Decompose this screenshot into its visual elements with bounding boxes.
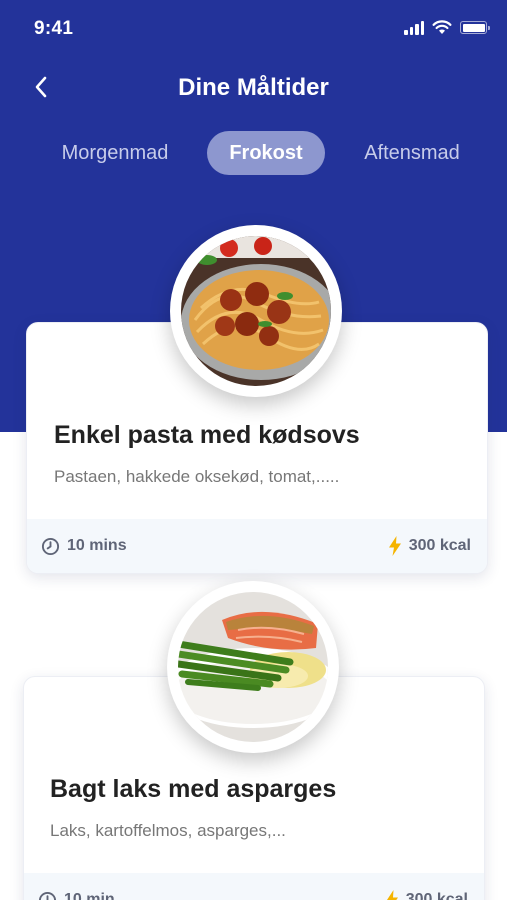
salmon-dish-image bbox=[167, 581, 339, 753]
pasta-dish-image bbox=[170, 225, 342, 397]
meal-calories-label: 300 kcal bbox=[405, 891, 468, 900]
meal-time: 10 min bbox=[38, 873, 115, 900]
meal-time: 10 mins bbox=[41, 519, 127, 573]
meal-card-footer: 10 min 300 kcal bbox=[24, 873, 484, 900]
page-title: Dine Måltider bbox=[178, 74, 329, 101]
wifi-icon bbox=[432, 20, 452, 34]
cellular-signal-icon bbox=[404, 20, 424, 35]
meal-calories-label: 300 kcal bbox=[408, 537, 471, 554]
status-bar: 9:41 bbox=[0, 0, 507, 58]
status-icons bbox=[404, 20, 490, 35]
meal-card-footer: 10 mins 300 kcal bbox=[27, 519, 487, 573]
meal-calories: 300 kcal bbox=[385, 873, 468, 900]
meal-description: Laks, kartoffelmos, asparges,... bbox=[50, 821, 286, 840]
meal-tabs: Morgenmad Frokost Aftensmad bbox=[0, 131, 507, 175]
meal-time-label: 10 min bbox=[64, 891, 115, 900]
meal-time-label: 10 mins bbox=[67, 537, 127, 554]
lightning-bolt-icon bbox=[388, 536, 401, 556]
meal-description: Pastaen, hakkede oksekød, tomat,..... bbox=[54, 467, 340, 486]
status-time: 9:41 bbox=[34, 18, 74, 39]
clock-icon bbox=[38, 891, 57, 900]
meal-title: Enkel pasta med kødsovs bbox=[54, 421, 360, 449]
tab-morgenmad[interactable]: Morgenmad bbox=[40, 131, 190, 175]
meal-title: Bagt laks med asparges bbox=[50, 775, 337, 803]
clock-icon bbox=[41, 537, 60, 555]
battery-icon bbox=[460, 21, 490, 34]
lightning-bolt-icon bbox=[386, 890, 398, 900]
tab-frokost[interactable]: Frokost bbox=[207, 131, 325, 175]
tab-aftensmad[interactable]: Aftensmad bbox=[342, 131, 482, 175]
meal-calories: 300 kcal bbox=[388, 519, 471, 573]
nav-bar: Dine Måltider bbox=[0, 60, 507, 116]
